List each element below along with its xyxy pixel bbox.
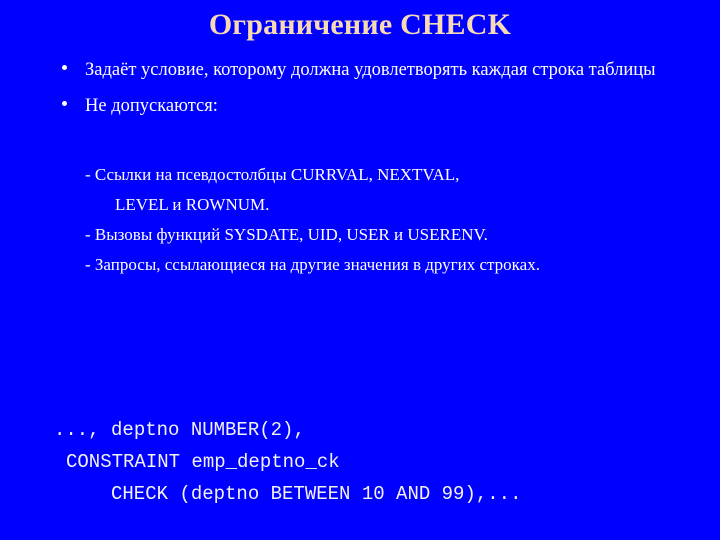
code-line: CONSTRAINT emp_deptno_ck (66, 451, 340, 473)
list-item: - Запросы, ссылающиеся на другие значени… (0, 250, 720, 280)
list-item: Задаёт условие, которому должна удовлетв… (0, 56, 720, 84)
sub-item-text: - Запросы, ссылающиеся на другие значени… (85, 255, 540, 274)
list-item: Не допускаются: (0, 92, 720, 120)
list-item: - Ссылки на псевдостолбцы CURRVAL, NEXTV… (0, 160, 720, 190)
code-snippet: ..., deptno NUMBER(2), CONSTRAINT emp_de… (0, 414, 720, 510)
sub-item-text: - Ссылки на псевдостолбцы CURRVAL, NEXTV… (85, 165, 460, 184)
code-line: ..., deptno NUMBER(2), (54, 419, 305, 441)
presentation-slide: Ограничение CHECK Задаёт условие, которо… (0, 0, 720, 540)
slide-body: Задаёт условие, которому должна удовлетв… (0, 56, 720, 280)
list-item: - Вызовы функций SYSDATE, UID, USER и US… (0, 220, 720, 250)
sub-item-text: - Вызовы функций SYSDATE, UID, USER и US… (85, 225, 488, 244)
bullet-dot-icon (62, 65, 67, 70)
bullet-text: Задаёт условие, которому должна удовлетв… (85, 60, 656, 80)
bullet-text: Не допускаются: (85, 96, 218, 116)
bullet-dot-icon (62, 101, 67, 106)
sub-item-text: LEVEL и ROWNUM. (115, 195, 270, 214)
list-item: LEVEL и ROWNUM. (0, 190, 720, 220)
code-line: CHECK (deptno BETWEEN 10 AND 99),... (111, 483, 522, 505)
page-title: Ограничение CHECK (208, 8, 512, 41)
